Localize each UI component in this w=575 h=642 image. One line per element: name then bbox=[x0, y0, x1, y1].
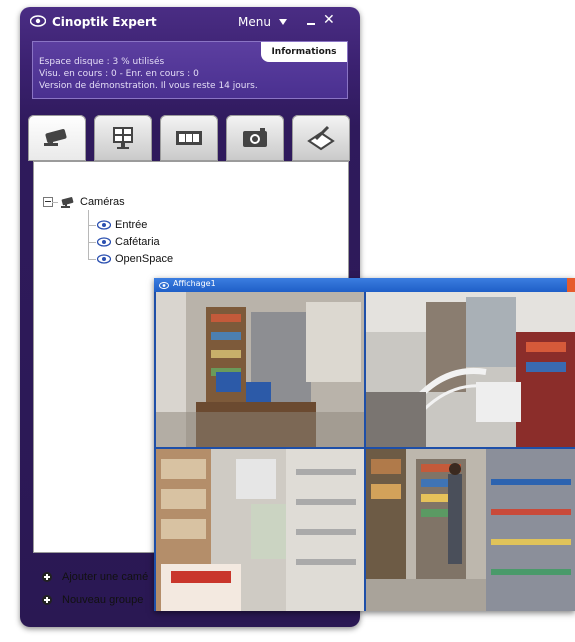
info-text: Espace disque : 3 % utilisés Visu. en co… bbox=[39, 56, 258, 92]
eye-icon bbox=[159, 282, 169, 289]
minimize-button[interactable] bbox=[307, 23, 315, 25]
video-title-bar[interactable]: Affichage1 bbox=[154, 278, 575, 292]
disk-space-line: Espace disque : 3 % utilisés bbox=[39, 57, 165, 67]
close-button[interactable]: ✕ bbox=[323, 13, 335, 27]
video-close-button[interactable] bbox=[567, 278, 575, 292]
mosaic-tab-button[interactable] bbox=[94, 115, 152, 161]
camera-group-icon bbox=[61, 197, 74, 208]
camera-feed-image bbox=[156, 449, 364, 611]
eye-icon bbox=[97, 220, 111, 230]
snapshots-tab-button[interactable] bbox=[226, 115, 284, 161]
tree-connector bbox=[88, 259, 96, 260]
tree-connector bbox=[88, 225, 96, 226]
eye-logo-icon bbox=[30, 15, 46, 27]
add-icon bbox=[42, 572, 52, 582]
new-group-label: Nouveau groupe bbox=[62, 594, 144, 606]
view-record-status-line: Visu. en cours : 0 - Enr. en cours : 0 bbox=[39, 69, 199, 79]
photo-camera-icon bbox=[243, 128, 267, 147]
camera-feed-1[interactable] bbox=[156, 292, 364, 447]
video-display-window: Affichage1 bbox=[154, 278, 575, 611]
title-bar[interactable]: Cinoptik Expert Menu ✕ bbox=[20, 7, 360, 35]
main-toolbar bbox=[28, 115, 350, 161]
add-camera-label: Ajouter une camé bbox=[62, 571, 149, 583]
camera-feed-4[interactable] bbox=[366, 449, 575, 611]
camera-feed-2[interactable] bbox=[366, 292, 575, 447]
tree-connector bbox=[52, 202, 58, 203]
eye-icon bbox=[97, 237, 111, 247]
tree-item-cafetaria[interactable]: Cafétaria bbox=[115, 236, 160, 248]
camera-feed-image bbox=[366, 449, 575, 611]
tree-connector bbox=[88, 210, 89, 260]
menu-button[interactable]: Menu bbox=[238, 15, 271, 29]
eye-icon bbox=[97, 254, 111, 264]
tree-root-cameras[interactable]: Caméras bbox=[80, 196, 125, 208]
camera-feed-3[interactable] bbox=[156, 449, 364, 611]
film-strip-icon bbox=[176, 131, 202, 145]
camera-feed-image bbox=[156, 292, 364, 447]
tree-item-entree[interactable]: Entrée bbox=[115, 219, 147, 231]
app-title: Cinoptik Expert bbox=[52, 15, 157, 29]
video-window-title: Affichage1 bbox=[173, 279, 216, 288]
new-group-button[interactable]: Nouveau groupe bbox=[42, 594, 162, 608]
camera-icon bbox=[44, 129, 67, 146]
monitor-grid-icon bbox=[113, 127, 133, 149]
add-icon bbox=[42, 595, 52, 605]
info-panel: Informations Espace disque : 3 % utilisé… bbox=[32, 41, 348, 99]
recordings-tab-button[interactable] bbox=[160, 115, 218, 161]
tree-item-openspace[interactable]: OpenSpace bbox=[115, 253, 173, 265]
edit-tool-icon bbox=[307, 125, 335, 151]
settings-tab-button[interactable] bbox=[292, 115, 350, 161]
camera-mosaic bbox=[156, 292, 575, 611]
tree-connector bbox=[88, 242, 96, 243]
cameras-tab-button[interactable] bbox=[28, 115, 86, 161]
menu-dropdown-icon[interactable] bbox=[279, 19, 287, 25]
demo-version-line: Version de démonstration. Il vous reste … bbox=[39, 81, 258, 91]
informations-tab[interactable]: Informations bbox=[261, 42, 347, 62]
camera-feed-image bbox=[366, 292, 575, 447]
add-camera-button[interactable]: Ajouter une camé bbox=[42, 571, 162, 585]
